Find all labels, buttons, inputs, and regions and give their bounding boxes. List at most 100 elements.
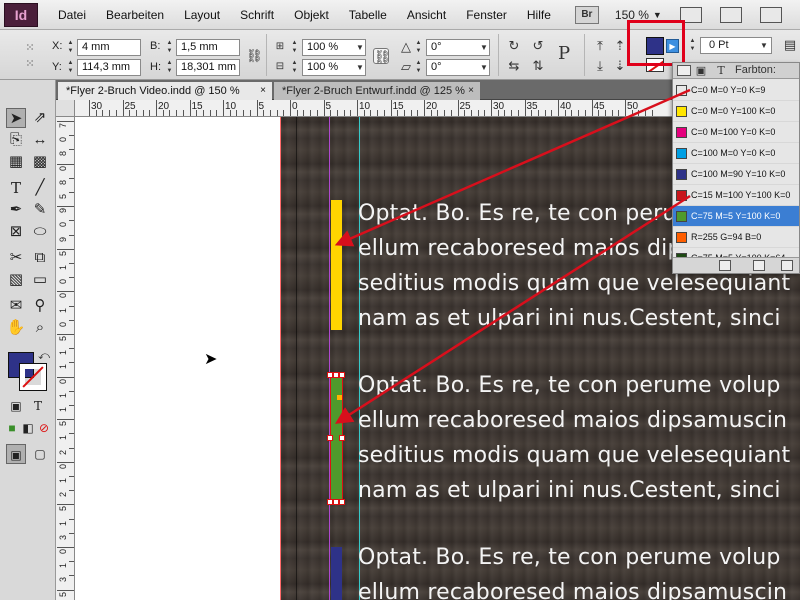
swap-fill-stroke-icon[interactable]: ⤺ xyxy=(34,346,54,366)
content-collector-icon[interactable]: ▦ xyxy=(6,152,26,172)
formatting-container-icon[interactable]: ▣ xyxy=(693,63,709,79)
tab-flyer-video[interactable]: *Flyer 2-Bruch Video.indd @ 150 % × xyxy=(58,82,272,100)
chevron-down-icon[interactable]: ▼ xyxy=(480,43,488,52)
menu-fenster[interactable]: Fenster xyxy=(456,0,517,30)
menu-bearbeiten[interactable]: Bearbeiten xyxy=(96,0,174,30)
ruler-origin[interactable] xyxy=(56,100,75,117)
constrain-scale-icon[interactable]: ⛓ xyxy=(373,48,391,64)
swatch-row[interactable]: C=0 M=100 Y=0 K=0 xyxy=(673,122,799,143)
show-swatches-icon[interactable] xyxy=(719,260,731,271)
note-tool-icon[interactable]: ✉ xyxy=(6,296,26,316)
chevron-down-icon[interactable]: ▼ xyxy=(760,41,768,50)
line-tool-icon[interactable]: ╱ xyxy=(30,178,50,198)
bridge-button[interactable]: Br xyxy=(574,5,599,24)
x-stepper[interactable]: ▲ ▼ xyxy=(66,39,75,55)
menu-layout[interactable]: Layout xyxy=(174,0,230,30)
scale-x-stepper[interactable]: ▲ ▼ xyxy=(290,39,299,55)
stroke-swatch[interactable] xyxy=(646,58,664,72)
chevron-down-icon[interactable]: ▼ xyxy=(653,10,662,20)
select-previous-icon[interactable]: ⇡ xyxy=(612,38,628,54)
screen-mode-icon[interactable] xyxy=(719,6,742,23)
apply-none-icon[interactable]: ⊘ xyxy=(34,418,54,438)
text-frame-3[interactable]: Optat. Bo. Es re, te con perume volup el… xyxy=(358,540,800,600)
chevron-down-icon[interactable]: ▼ xyxy=(356,43,364,52)
zoom-level[interactable]: 150 % xyxy=(615,8,649,22)
close-icon[interactable]: × xyxy=(468,82,474,100)
resize-handle[interactable] xyxy=(339,435,345,441)
reference-point-p-icon[interactable]: P xyxy=(556,45,572,63)
free-transform-tool-icon[interactable]: ⧉ xyxy=(30,248,50,268)
fill-stroke-toggle-icon[interactable] xyxy=(677,65,691,76)
resize-handle[interactable] xyxy=(339,499,345,505)
resize-handle[interactable] xyxy=(327,435,333,441)
flip-vertical-icon[interactable]: ⇅ xyxy=(530,58,546,74)
swatch-row[interactable]: C=15 M=100 Y=100 K=0 xyxy=(673,185,799,206)
flip-horizontal-icon[interactable]: ⇆ xyxy=(506,58,522,74)
page-tool-icon[interactable]: ⎘ xyxy=(6,130,26,150)
swatch-row[interactable]: C=0 M=0 Y=100 K=0 xyxy=(673,101,799,122)
delete-swatch-icon[interactable] xyxy=(781,260,793,271)
blue-bar-frame[interactable] xyxy=(331,547,342,600)
scale-y-stepper[interactable]: ▲ ▼ xyxy=(290,59,299,75)
close-icon[interactable]: × xyxy=(260,82,266,100)
height-field[interactable]: 18,301 mm xyxy=(176,59,240,76)
pencil-tool-icon[interactable]: ✎ xyxy=(30,200,50,220)
menu-schrift[interactable]: Schrift xyxy=(230,0,284,30)
reference-point-icon[interactable]: ⁙ xyxy=(22,40,38,56)
content-grabber[interactable] xyxy=(337,395,342,400)
type-tool-icon[interactable]: T xyxy=(6,178,26,198)
width-field[interactable]: 1,5 mm xyxy=(176,39,240,56)
chevron-down-icon[interactable]: ▼ xyxy=(480,63,488,72)
fill-dropdown-arrow-icon[interactable]: ▶ xyxy=(666,39,679,53)
arrange-documents-icon[interactable] xyxy=(759,6,782,23)
scissors-tool-icon[interactable]: ✂ xyxy=(6,248,26,268)
fill-swatch[interactable] xyxy=(646,37,664,55)
menu-ansicht[interactable]: Ansicht xyxy=(397,0,456,30)
menu-datei[interactable]: Datei xyxy=(48,0,96,30)
y-field[interactable]: 114,3 mm xyxy=(77,59,141,76)
chevron-down-icon[interactable]: ▼ xyxy=(356,63,364,72)
gap-tool-icon[interactable]: ↔ xyxy=(30,130,50,150)
menu-objekt[interactable]: Objekt xyxy=(284,0,339,30)
formatting-text-icon[interactable]: T xyxy=(28,396,48,416)
select-container-icon[interactable]: ⤒ xyxy=(592,38,608,54)
gradient-feather-tool-icon[interactable]: ▭ xyxy=(30,270,50,290)
stroke-weight-stepper[interactable]: ▲ ▼ xyxy=(688,37,697,53)
resize-handle[interactable] xyxy=(339,372,345,378)
rotate-cw-icon[interactable]: ↻ xyxy=(506,38,522,54)
new-swatch-icon[interactable] xyxy=(753,260,765,271)
yellow-bar-frame[interactable] xyxy=(331,200,342,330)
swatch-row[interactable]: C=100 M=90 Y=10 K=0 xyxy=(673,164,799,185)
formatting-container-icon[interactable]: ▣ xyxy=(6,396,26,416)
horizontal-ruler[interactable]: 30 25 20 15 10 5 0 5 10 15 20 25 30 35 40 45 50 xyxy=(75,100,675,117)
preview-mode-icon[interactable]: ▢ xyxy=(30,444,50,464)
formatting-text-icon[interactable]: T xyxy=(713,63,729,79)
x-field[interactable]: 4 mm xyxy=(77,39,141,56)
pen-tool-icon[interactable]: ✒ xyxy=(6,200,26,220)
view-options-icon[interactable] xyxy=(679,6,702,23)
stroke-style-icon[interactable]: ▤ xyxy=(782,37,798,53)
hand-tool-icon[interactable]: ✋ xyxy=(6,318,26,338)
ellipse-tool-icon[interactable]: ⬭ xyxy=(30,222,50,242)
rotate-stepper[interactable]: ▲ ▼ xyxy=(414,39,423,55)
link-proportions-icon[interactable]: ⛓ xyxy=(246,48,263,64)
gradient-swatch-tool-icon[interactable]: ▧ xyxy=(6,270,26,290)
menu-tabelle[interactable]: Tabelle xyxy=(339,0,397,30)
normal-view-icon[interactable]: ▣ xyxy=(6,444,26,464)
direct-selection-tool-icon[interactable]: ⇗ xyxy=(30,108,50,128)
select-next-icon[interactable]: ⇣ xyxy=(612,58,628,74)
swatch-row[interactable]: C=100 M=0 Y=0 K=0 xyxy=(673,143,799,164)
y-stepper[interactable]: ▲ ▼ xyxy=(66,59,75,75)
swatch-row[interactable]: C=75 M=5 Y=100 K=0 xyxy=(673,206,799,227)
menu-hilfe[interactable]: Hilfe xyxy=(517,0,561,30)
selection-tool-icon[interactable]: ➤ xyxy=(6,108,26,128)
reference-grid-icon[interactable]: ⁙ xyxy=(22,56,38,72)
text-frame-2[interactable]: Optat. Bo. Es re, te con perume volup el… xyxy=(358,368,800,508)
shear-stepper[interactable]: ▲ ▼ xyxy=(414,59,423,75)
stroke-proxy[interactable] xyxy=(19,363,47,391)
vertical-ruler[interactable]: 7 0 8 0 8 5 9 0 9 5 1 0 0 1 0 5 1 1 0 1 1 5 1 2 0 1 2 5 1 3 0 1 3 5 xyxy=(56,117,75,600)
swatch-row[interactable]: C=0 M=0 Y=0 K=9 xyxy=(673,80,799,101)
select-content-icon[interactable]: ⤓ xyxy=(592,58,608,74)
zoom-tool-icon[interactable]: ⌕ xyxy=(30,318,50,338)
rectangle-frame-tool-icon[interactable]: ⊠ xyxy=(6,222,26,242)
